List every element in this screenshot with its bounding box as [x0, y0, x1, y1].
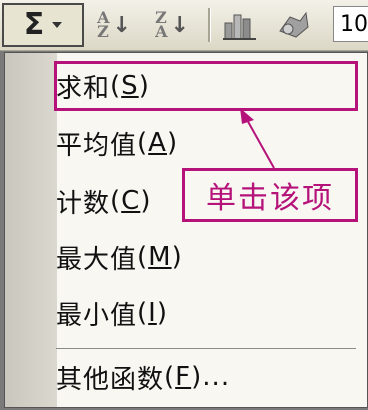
annotation-callout: 单击该项	[182, 168, 358, 222]
